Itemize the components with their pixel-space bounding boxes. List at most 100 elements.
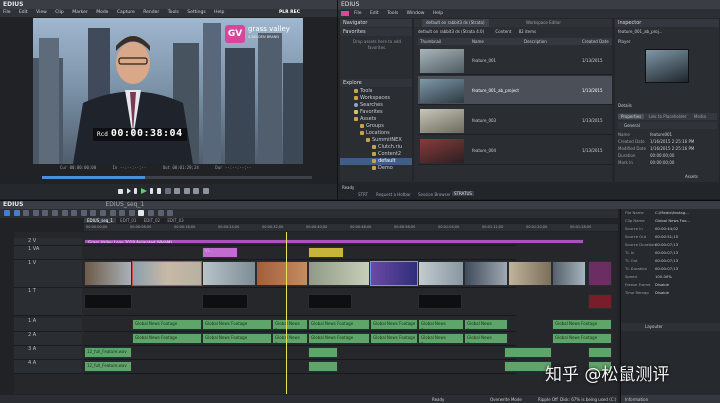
video-clip[interactable] xyxy=(84,261,132,286)
music-clip[interactable]: 12_full_Feature.wav xyxy=(84,347,132,358)
tree-item[interactable]: SummitNEX xyxy=(340,137,412,144)
tree-item[interactable]: Locations xyxy=(340,130,412,137)
step-forward-icon[interactable] xyxy=(150,188,154,194)
video-clip[interactable] xyxy=(464,261,508,286)
tree-item[interactable]: Tools xyxy=(340,88,412,95)
music-clip[interactable] xyxy=(504,347,552,358)
layouter-row[interactable]: Layouter xyxy=(621,323,720,331)
export-icon[interactable] xyxy=(167,210,174,216)
new-sequence-icon[interactable] xyxy=(23,210,30,216)
status-item[interactable]: Session Browser xyxy=(418,192,451,197)
track-header-1t[interactable]: 1 T xyxy=(14,288,82,316)
menu-tools[interactable]: Tools xyxy=(168,10,179,15)
play-icon[interactable] xyxy=(140,188,147,194)
tree-item[interactable]: Assets xyxy=(340,116,412,123)
video-preview[interactable]: GV grass valley A BELDEN BRAND Rcd 00:00… xyxy=(33,18,303,164)
audio-clip[interactable]: Global News Footage xyxy=(132,333,202,344)
audio-clip[interactable]: Global News Footage xyxy=(132,319,202,330)
sequence-icon[interactable] xyxy=(13,210,20,216)
audio-clip[interactable]: Global News Footage xyxy=(552,333,612,344)
video-clip[interactable] xyxy=(308,261,370,286)
track-header-1a[interactable]: 1 A xyxy=(14,318,82,332)
video-clip[interactable] xyxy=(202,261,256,286)
music-clip[interactable] xyxy=(308,361,338,372)
out-point-icon[interactable] xyxy=(183,188,190,194)
undo-icon[interactable] xyxy=(51,210,58,216)
menu-mode[interactable]: Mode xyxy=(96,10,108,15)
browser-row[interactable]: feature_004 1/13/2015 xyxy=(418,136,612,165)
menu-render[interactable]: Render xyxy=(143,10,159,15)
general-section[interactable]: General xyxy=(618,122,717,129)
delete-icon[interactable] xyxy=(99,210,106,216)
audio-clip[interactable]: Global News Footage xyxy=(370,319,418,330)
properties-tab[interactable]: Properties xyxy=(618,114,645,119)
status-item[interactable]: STRT xyxy=(358,192,368,197)
open-icon[interactable] xyxy=(32,210,39,216)
video-clip[interactable] xyxy=(508,261,552,286)
information-tab[interactable]: Information xyxy=(621,395,720,403)
overlay-clip[interactable] xyxy=(202,294,248,309)
content-label[interactable]: Content xyxy=(495,29,511,34)
fast-forward-icon[interactable] xyxy=(156,188,161,194)
col-thumbnail[interactable]: Thumbnail xyxy=(420,38,441,45)
paste-icon[interactable] xyxy=(90,210,97,216)
bin-menu-window[interactable]: Window xyxy=(407,11,425,16)
browser-tab-active[interactable]: default on rabbit3 ds (Strata) xyxy=(422,19,489,27)
stop-icon[interactable] xyxy=(118,188,123,194)
tree-item[interactable]: Workspaces xyxy=(340,95,412,102)
marker-icon[interactable] xyxy=(128,210,135,216)
menu-clip[interactable]: Clip xyxy=(55,10,64,15)
player-scrub-bar[interactable] xyxy=(42,176,312,179)
bin-menu-tools[interactable]: Tools xyxy=(387,11,398,16)
insert-icon[interactable] xyxy=(193,188,200,194)
overlay-clip[interactable] xyxy=(308,294,352,309)
menu-settings[interactable]: Settings xyxy=(187,10,205,15)
overlay-clip[interactable] xyxy=(84,294,132,309)
tree-item[interactable]: Demo xyxy=(340,165,412,172)
tree-item[interactable]: Favorites xyxy=(340,109,412,116)
audio-clip[interactable]: Global News Footage xyxy=(308,319,370,330)
audio-clip[interactable]: Global News Footage xyxy=(202,319,272,330)
seq-tab[interactable]: EDIT_03 xyxy=(164,218,186,223)
music-clip[interactable] xyxy=(588,347,612,358)
render-icon[interactable] xyxy=(157,210,164,216)
explore-header[interactable]: Explore xyxy=(340,79,412,87)
audio-clip[interactable]: Global News Footage xyxy=(370,333,418,344)
inspector-assets-label[interactable]: Assets xyxy=(685,174,698,179)
in-point-icon[interactable] xyxy=(174,188,181,194)
video-clip[interactable] xyxy=(370,261,418,286)
menu-marker[interactable]: Marker xyxy=(72,10,88,15)
track-header-2v[interactable]: 2 V xyxy=(14,238,82,246)
audio-clip[interactable]: Global News Footage xyxy=(272,333,308,344)
audio-clip[interactable]: Global News Footage xyxy=(418,333,464,344)
status-item[interactable]: STRATUS xyxy=(452,191,474,196)
bin-menu-edit[interactable]: Edit xyxy=(370,11,379,16)
browser-row[interactable]: feature_001 1/13/2015 xyxy=(418,46,612,75)
seq-tab[interactable]: EDIT_02 xyxy=(141,218,163,223)
cut-icon[interactable] xyxy=(71,210,78,216)
overlay-clip[interactable] xyxy=(588,294,612,309)
status-item[interactable]: Request a Hotbar xyxy=(376,192,411,197)
step-back-icon[interactable] xyxy=(134,188,138,194)
browser-tab-workspace[interactable]: Workspace Editor xyxy=(522,19,565,27)
menu-file[interactable]: File xyxy=(3,10,11,15)
audio-clip[interactable]: Global News Footage xyxy=(308,333,370,344)
snap-icon[interactable] xyxy=(119,210,126,216)
title-clip[interactable]: Grass Valley Logo 2018 Animated (WebM) xyxy=(84,239,584,244)
tree-item[interactable]: Groups xyxy=(340,123,412,130)
col-name[interactable]: Name xyxy=(472,38,484,45)
track-header-4a[interactable]: 4 A xyxy=(14,360,82,374)
music-clip[interactable] xyxy=(308,347,338,358)
video-clip[interactable] xyxy=(588,261,612,286)
save-icon[interactable] xyxy=(42,210,49,216)
graphic-clip[interactable] xyxy=(308,247,344,258)
col-created-date[interactable]: Created Date xyxy=(582,38,609,45)
menu-capture[interactable]: Capture xyxy=(117,10,135,15)
redo-icon[interactable] xyxy=(61,210,68,216)
menu-edit[interactable]: Edit xyxy=(19,10,28,15)
favorites-header[interactable]: Favorites xyxy=(340,28,412,36)
browser-row-selected[interactable]: feature_001_ab_project 1/13/2015 xyxy=(418,76,612,105)
menu-help[interactable]: Help xyxy=(214,10,224,15)
track-header-3a[interactable]: 3 A xyxy=(14,346,82,360)
menu-view[interactable]: View xyxy=(36,10,47,15)
